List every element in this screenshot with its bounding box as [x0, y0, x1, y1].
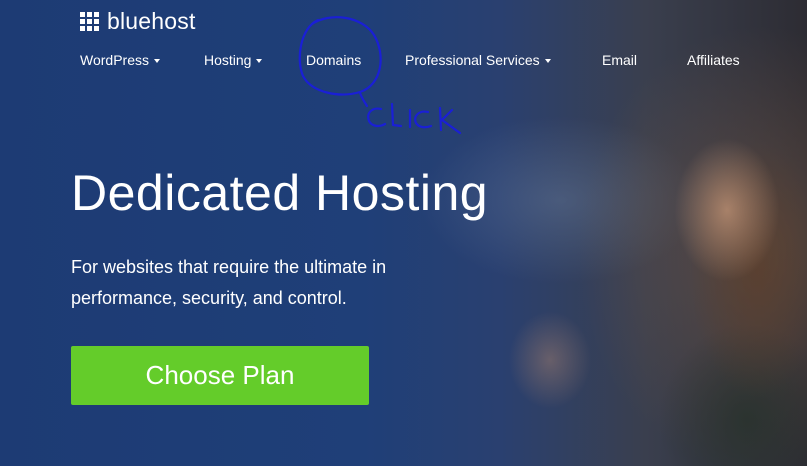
nav-label: Hosting [204, 52, 252, 68]
choose-plan-button[interactable]: Choose Plan [71, 346, 369, 405]
nav-item-wordpress[interactable]: WordPress [80, 52, 160, 68]
page-title: Dedicated Hosting [71, 165, 489, 221]
bluehost-logo[interactable]: bluehost [80, 8, 196, 35]
logo-grid-icon [80, 12, 99, 31]
nav-item-hosting[interactable]: Hosting [204, 52, 263, 68]
chevron-down-icon [153, 59, 160, 64]
nav-item-domains[interactable]: Domains [306, 52, 361, 68]
nav-item-email[interactable]: Email [602, 52, 637, 68]
main-nav: WordPress Hosting Domains Professional S… [0, 52, 807, 72]
nav-item-affiliates[interactable]: Affiliates [687, 52, 740, 68]
hero-photo-hand [490, 300, 610, 440]
nav-label: Email [602, 52, 638, 68]
nav-label: Domains [306, 52, 362, 68]
nav-label: Affiliates [687, 52, 740, 68]
hero-photo-woman [587, 90, 807, 466]
chevron-down-icon [256, 59, 263, 64]
nav-label: WordPress [80, 52, 149, 68]
nav-label: Professional Services [405, 52, 540, 68]
hero-subtitle: For websites that require the ultimate i… [71, 257, 387, 308]
chevron-down-icon [544, 59, 551, 64]
logo-text: bluehost [107, 8, 196, 34]
nav-item-professional-services[interactable]: Professional Services [405, 52, 551, 68]
